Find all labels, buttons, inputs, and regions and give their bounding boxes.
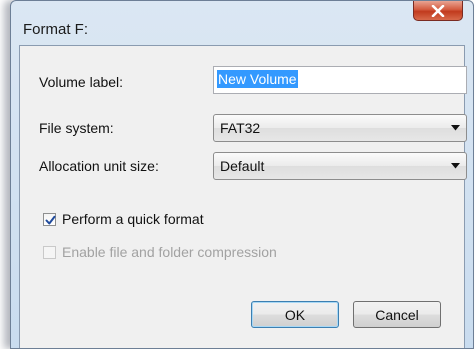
- file-system-dropdown[interactable]: FAT32: [213, 114, 467, 142]
- format-dialog: Format F: Volume label: New Volume File …: [10, 0, 474, 349]
- ok-button[interactable]: OK: [251, 301, 339, 328]
- allocation-unit-size-dropdown[interactable]: Default: [213, 152, 467, 180]
- dialog-body: Volume label: New Volume File system: FA…: [19, 45, 467, 348]
- title-bar[interactable]: Format F:: [11, 1, 473, 45]
- dialog-title: Format F:: [23, 21, 89, 38]
- close-button[interactable]: [413, 1, 463, 21]
- quick-format-checkbox[interactable]: [43, 213, 56, 226]
- cancel-button[interactable]: Cancel: [353, 301, 441, 328]
- file-system-value: FAT32: [220, 120, 261, 136]
- close-icon: [431, 4, 445, 17]
- compression-checkbox[interactable]: [43, 246, 56, 259]
- checkmark-icon: [45, 215, 56, 225]
- volume-label-value: New Volume: [217, 70, 298, 88]
- volume-label-input[interactable]: New Volume: [213, 66, 467, 94]
- volume-label-label: Volume label:: [39, 74, 124, 90]
- chevron-down-icon: [451, 125, 460, 131]
- quick-format-label[interactable]: Perform a quick format: [62, 211, 204, 227]
- allocation-unit-size-value: Default: [220, 158, 265, 174]
- allocation-unit-size-label: Allocation unit size:: [39, 158, 159, 174]
- compression-label: Enable file and folder compression: [62, 244, 277, 260]
- chevron-down-icon: [451, 163, 460, 169]
- file-system-label: File system:: [39, 120, 114, 136]
